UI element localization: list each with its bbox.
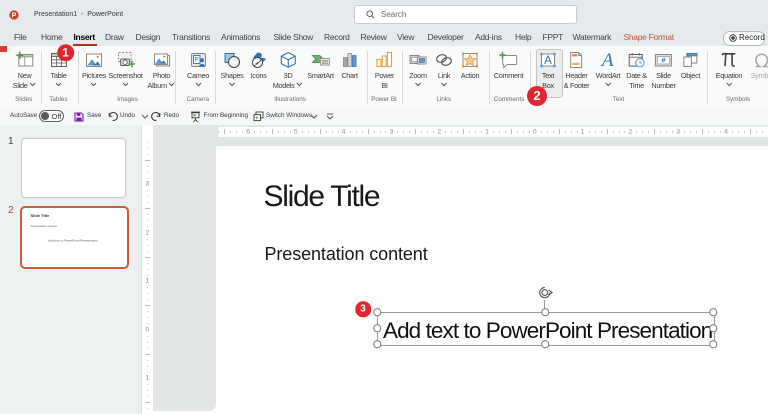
svg-text:P: P	[12, 12, 17, 19]
svg-text:A: A	[544, 55, 552, 67]
svg-text:P: P	[194, 56, 198, 63]
svg-text:A: A	[600, 51, 614, 69]
